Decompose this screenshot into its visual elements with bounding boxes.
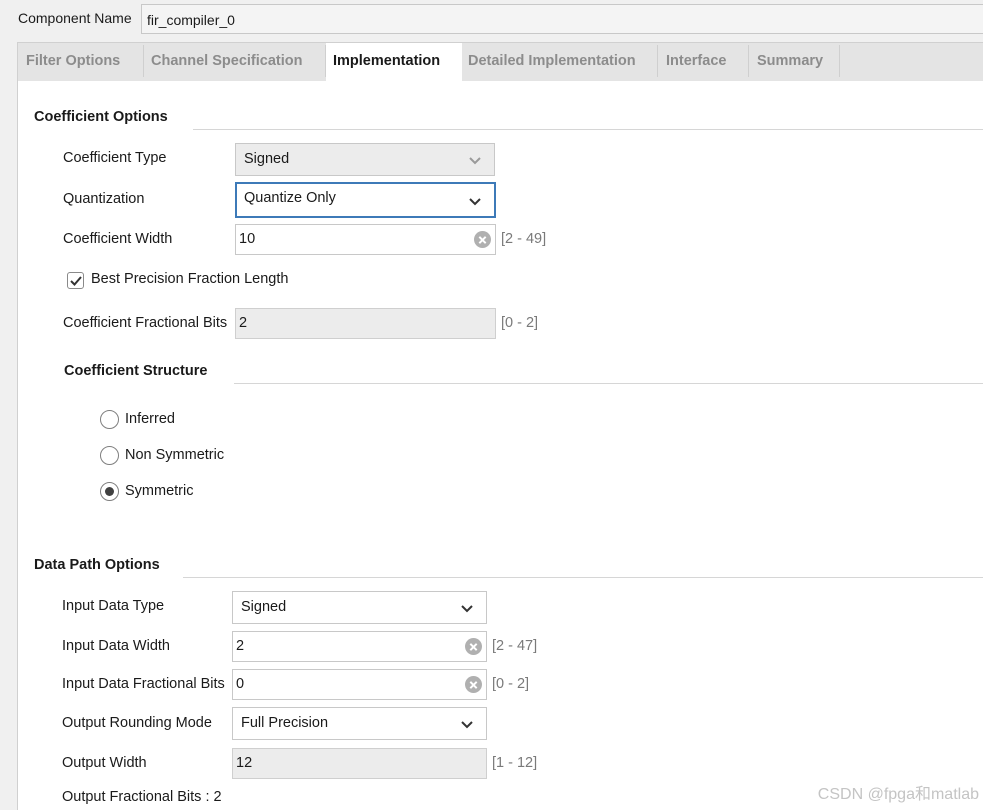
output-width-input: 12 <box>232 748 487 779</box>
input-fractional-bits-input[interactable]: 0 <box>232 669 487 700</box>
section-divider <box>234 383 983 384</box>
tab-separator <box>143 45 144 77</box>
quantization-value: Quantize Only <box>244 190 336 206</box>
coefficient-type-select[interactable]: Signed <box>235 143 495 176</box>
tab-detailed-implementation[interactable]: Detailed Implementation <box>468 43 636 82</box>
best-precision-label: Best Precision Fraction Length <box>91 271 289 287</box>
output-fractional-bits-text: Output Fractional Bits : 2 <box>62 789 222 805</box>
output-rounding-select[interactable]: Full Precision <box>232 707 487 740</box>
section-divider <box>193 129 983 130</box>
coefficient-fractional-bits-label: Coefficient Fractional Bits <box>63 315 228 331</box>
clear-icon[interactable] <box>474 231 491 248</box>
input-fractional-bits-value: 0 <box>236 676 245 692</box>
coefficient-fractional-bits-input: 2 <box>235 308 496 339</box>
coefficient-width-value: 10 <box>239 231 256 247</box>
tab-separator <box>839 45 840 77</box>
radio-non-symmetric[interactable] <box>100 446 119 465</box>
checkmark-icon <box>70 276 82 286</box>
watermark: CSDN @fpga和matlab <box>817 786 979 803</box>
input-data-width-label: Input Data Width <box>62 638 170 654</box>
coefficient-type-label: Coefficient Type <box>63 150 167 166</box>
radio-symmetric-label: Symmetric <box>125 483 194 499</box>
chevron-down-icon <box>460 601 474 615</box>
radio-inferred[interactable] <box>100 410 119 429</box>
output-width-range: [1 - 12] <box>492 755 538 771</box>
component-name-row: Component Name fir_compiler_0 <box>0 0 983 38</box>
tab-summary[interactable]: Summary <box>757 43 823 82</box>
input-data-type-value: Signed <box>241 599 287 615</box>
chevron-down-icon <box>460 717 474 731</box>
implementation-panel: Coefficient Options Coefficient Type Sig… <box>17 81 983 810</box>
quantization-label: Quantization <box>63 191 145 207</box>
chevron-down-icon <box>468 194 482 208</box>
output-width-value: 12 <box>236 755 253 771</box>
tab-interface[interactable]: Interface <box>666 43 726 82</box>
coefficient-type-value: Signed <box>244 151 290 167</box>
clear-icon[interactable] <box>465 676 482 693</box>
component-name-label: Component Name <box>18 10 132 26</box>
coefficient-width-range: [2 - 49] <box>501 231 547 247</box>
output-rounding-value: Full Precision <box>241 715 329 731</box>
tab-filter-options[interactable]: Filter Options <box>26 43 120 82</box>
input-data-width-input[interactable]: 2 <box>232 631 487 662</box>
best-precision-checkbox[interactable] <box>67 272 84 289</box>
radio-non-symmetric-label: Non Symmetric <box>125 447 225 463</box>
coefficient-options-title: Coefficient Options <box>34 109 168 125</box>
input-data-type-label: Input Data Type <box>62 598 165 614</box>
chevron-down-icon <box>468 153 482 167</box>
output-rounding-label: Output Rounding Mode <box>62 715 212 731</box>
input-data-type-select[interactable]: Signed <box>232 591 487 624</box>
radio-symmetric[interactable] <box>100 482 119 501</box>
tab-channel-specification[interactable]: Channel Specification <box>151 43 302 82</box>
quantization-select[interactable]: Quantize Only <box>235 182 496 218</box>
coefficient-structure-title: Coefficient Structure <box>64 363 208 379</box>
section-divider <box>183 577 983 578</box>
clear-icon[interactable] <box>465 638 482 655</box>
radio-inferred-label: Inferred <box>125 411 175 427</box>
output-width-label: Output Width <box>62 755 147 771</box>
input-data-width-range: [2 - 47] <box>492 638 538 654</box>
coefficient-fractional-bits-range: [0 - 2] <box>501 315 539 331</box>
tab-implementation[interactable]: Implementation <box>326 43 462 83</box>
tab-separator <box>657 45 658 77</box>
data-path-options-title: Data Path Options <box>34 557 160 573</box>
component-name-input[interactable]: fir_compiler_0 <box>141 4 983 34</box>
coefficient-fractional-bits-value: 2 <box>239 315 248 331</box>
input-data-width-value: 2 <box>236 638 245 654</box>
tab-separator <box>748 45 749 77</box>
coefficient-width-label: Coefficient Width <box>63 231 173 247</box>
input-fractional-bits-range: [0 - 2] <box>492 676 530 692</box>
tab-bar: Filter Options Channel Specification Imp… <box>17 42 983 83</box>
input-fractional-bits-label: Input Data Fractional Bits <box>62 676 225 692</box>
coefficient-width-input[interactable]: 10 <box>235 224 496 255</box>
